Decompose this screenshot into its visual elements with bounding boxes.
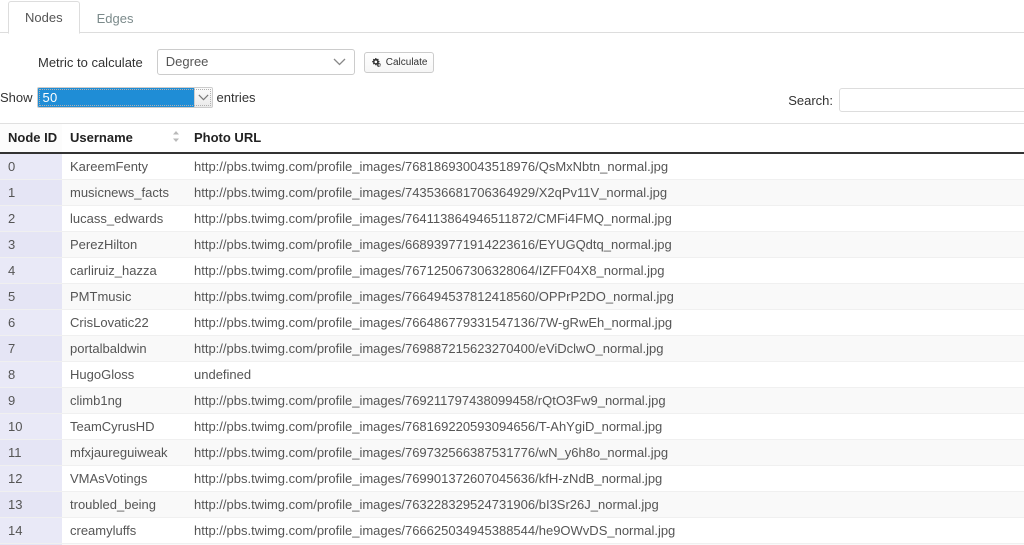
cell-photo-url: undefined <box>186 361 1024 388</box>
cell-username: TeamCyrusHD <box>62 413 186 440</box>
table-head: Node ID Username Photo URL <box>0 123 1024 154</box>
chevron-down-icon <box>193 88 212 107</box>
cell-node-id: 7 <box>0 335 62 362</box>
cell-username: HugoGloss <box>62 361 186 388</box>
metric-select-value: Degree <box>165 54 209 69</box>
entries-per-page-value: 50 <box>37 88 194 107</box>
column-header-photo-url-label: Photo URL <box>194 130 262 145</box>
cell-photo-url: http://pbs.twimg.com/profile_images/7671… <box>186 257 1024 284</box>
column-header-node-id-label: Node ID <box>8 130 58 145</box>
length-prefix-label: Show <box>0 90 33 105</box>
cell-photo-url: http://pbs.twimg.com/profile_images/7699… <box>186 465 1024 492</box>
column-header-username[interactable]: Username <box>62 123 186 154</box>
table-row[interactable]: 3 PerezHilton http://pbs.twimg.com/profile… <box>0 231 1024 258</box>
cell-node-id: 4 <box>0 257 62 284</box>
table-row[interactable]: 5 PMTmusic http://pbs.twimg.com/profile_im… <box>0 283 1024 310</box>
cell-node-id: 1 <box>0 179 62 206</box>
cell-photo-url: http://pbs.twimg.com/profile_images/7435… <box>186 179 1024 206</box>
table-row[interactable]: 0 KareemFenty http://pbs.twimg.com/profile… <box>0 153 1024 180</box>
cell-node-id: 11 <box>0 439 62 466</box>
cell-username: KareemFenty <box>62 153 186 180</box>
search-label: Search: <box>788 92 833 108</box>
cell-photo-url: http://pbs.twimg.com/profile_images/6689… <box>186 231 1024 258</box>
cell-username: climb1ng <box>62 387 186 414</box>
nodes-table-wrapper: Node ID Username Photo URL 0 KareemFenty… <box>0 123 1024 545</box>
cell-username: PerezHilton <box>62 231 186 258</box>
tab-edges[interactable]: Edges <box>80 1 151 34</box>
table-row[interactable]: 2 lucass_edwards http://pbs.twimg.com/prof… <box>0 205 1024 232</box>
cell-photo-url: http://pbs.twimg.com/profile_images/7632… <box>186 491 1024 518</box>
cell-username: portalbaldwin <box>62 335 186 362</box>
cell-node-id: 14 <box>0 517 62 544</box>
tab-list: Nodes Edges <box>8 0 1024 34</box>
sort-both-icon <box>172 131 180 146</box>
table-row[interactable]: 9 climb1ng http://pbs.twimg.com/profile_im… <box>0 387 1024 414</box>
tab-bar: Nodes Edges <box>0 0 1024 34</box>
chevron-down-icon <box>333 50 346 74</box>
cell-username: musicnews_facts <box>62 179 186 206</box>
table-row[interactable]: 12 VMAsVotings http://pbs.twimg.com/profil… <box>0 465 1024 492</box>
cell-username: creamyluffs <box>62 517 186 544</box>
cell-username: CrisLovatic22 <box>62 309 186 336</box>
calculate-button-label: Calculate <box>385 56 428 68</box>
cell-node-id: 13 <box>0 491 62 518</box>
cell-photo-url: http://pbs.twimg.com/profile_images/7641… <box>186 205 1024 232</box>
cell-username: lucass_edwards <box>62 205 186 232</box>
table-body: 0 KareemFenty http://pbs.twimg.com/profile… <box>0 153 1024 545</box>
column-header-username-label: Username <box>70 130 133 145</box>
cell-node-id: 12 <box>0 465 62 492</box>
tab-nodes[interactable]: Nodes <box>8 1 80 34</box>
length-suffix-label: entries <box>216 90 256 105</box>
cell-node-id: 8 <box>0 361 62 388</box>
metric-form: Metric to calculate Degree Calculate <box>38 33 1024 75</box>
cell-node-id: 9 <box>0 387 62 414</box>
cell-username: troubled_being <box>62 491 186 518</box>
table-row[interactable]: 1 musicnews_facts http://pbs.twimg.com/pro… <box>0 179 1024 206</box>
cell-username: PMTmusic <box>62 283 186 310</box>
cell-username: VMAsVotings <box>62 465 186 492</box>
column-header-node-id[interactable]: Node ID <box>0 123 62 154</box>
table-row[interactable]: 4 carliruiz_hazza http://pbs.twimg.com/pro… <box>0 257 1024 284</box>
column-header-photo-url[interactable]: Photo URL <box>186 123 1024 154</box>
cell-photo-url: http://pbs.twimg.com/profile_images/7664… <box>186 283 1024 310</box>
cell-username: carliruiz_hazza <box>62 257 186 284</box>
nodes-table: Node ID Username Photo URL 0 KareemFenty… <box>0 123 1024 545</box>
cell-photo-url: http://pbs.twimg.com/profile_images/7692… <box>186 387 1024 414</box>
metric-label: Metric to calculate <box>38 54 143 70</box>
search-filter: Search: <box>788 88 1024 112</box>
cell-photo-url: http://pbs.twimg.com/profile_images/7697… <box>186 439 1024 466</box>
cell-node-id: 10 <box>0 413 62 440</box>
table-row[interactable]: 14 creamyluffs http://pbs.twimg.com/profil… <box>0 517 1024 544</box>
tab-nodes-label: Nodes <box>25 10 63 25</box>
cell-node-id: 0 <box>0 153 62 180</box>
table-row[interactable]: 13 troubled_being http://pbs.twimg.com/pro… <box>0 491 1024 518</box>
table-row[interactable]: 7 portalbaldwin http://pbs.twimg.com/profi… <box>0 335 1024 362</box>
cell-node-id: 2 <box>0 205 62 232</box>
calculate-button[interactable]: Calculate <box>363 51 435 73</box>
table-row[interactable]: 10 TeamCyrusHD http://pbs.twimg.com/profil… <box>0 413 1024 440</box>
entries-per-page-select[interactable]: 50 <box>36 87 213 108</box>
cell-photo-url: http://pbs.twimg.com/profile_images/7666… <box>186 517 1024 544</box>
cell-username: mfxjaureguiweak <box>62 439 186 466</box>
tab-edges-label: Edges <box>96 10 134 26</box>
cell-node-id: 3 <box>0 231 62 258</box>
cogs-icon <box>371 57 382 68</box>
cell-photo-url: http://pbs.twimg.com/profile_images/7698… <box>186 335 1024 362</box>
table-row[interactable]: 8 HugoGloss undefined <box>0 361 1024 388</box>
cell-node-id: 6 <box>0 309 62 336</box>
table-row[interactable]: 11 mfxjaureguiweak http://pbs.twimg.com/pr… <box>0 439 1024 466</box>
cell-photo-url: http://pbs.twimg.com/profile_images/7681… <box>186 153 1024 180</box>
search-input[interactable] <box>839 88 1024 112</box>
length-menu: Show 50 entries <box>0 87 260 108</box>
table-row[interactable]: 6 CrisLovatic22 http://pbs.twimg.com/profi… <box>0 309 1024 336</box>
datatable-controls: Show 50 entries Search: <box>0 87 1024 123</box>
cell-photo-url: http://pbs.twimg.com/profile_images/7681… <box>186 413 1024 440</box>
table-header-row: Node ID Username Photo URL <box>0 123 1024 154</box>
cell-node-id: 5 <box>0 283 62 310</box>
metric-select[interactable]: Degree <box>156 49 355 75</box>
cell-photo-url: http://pbs.twimg.com/profile_images/7664… <box>186 309 1024 336</box>
